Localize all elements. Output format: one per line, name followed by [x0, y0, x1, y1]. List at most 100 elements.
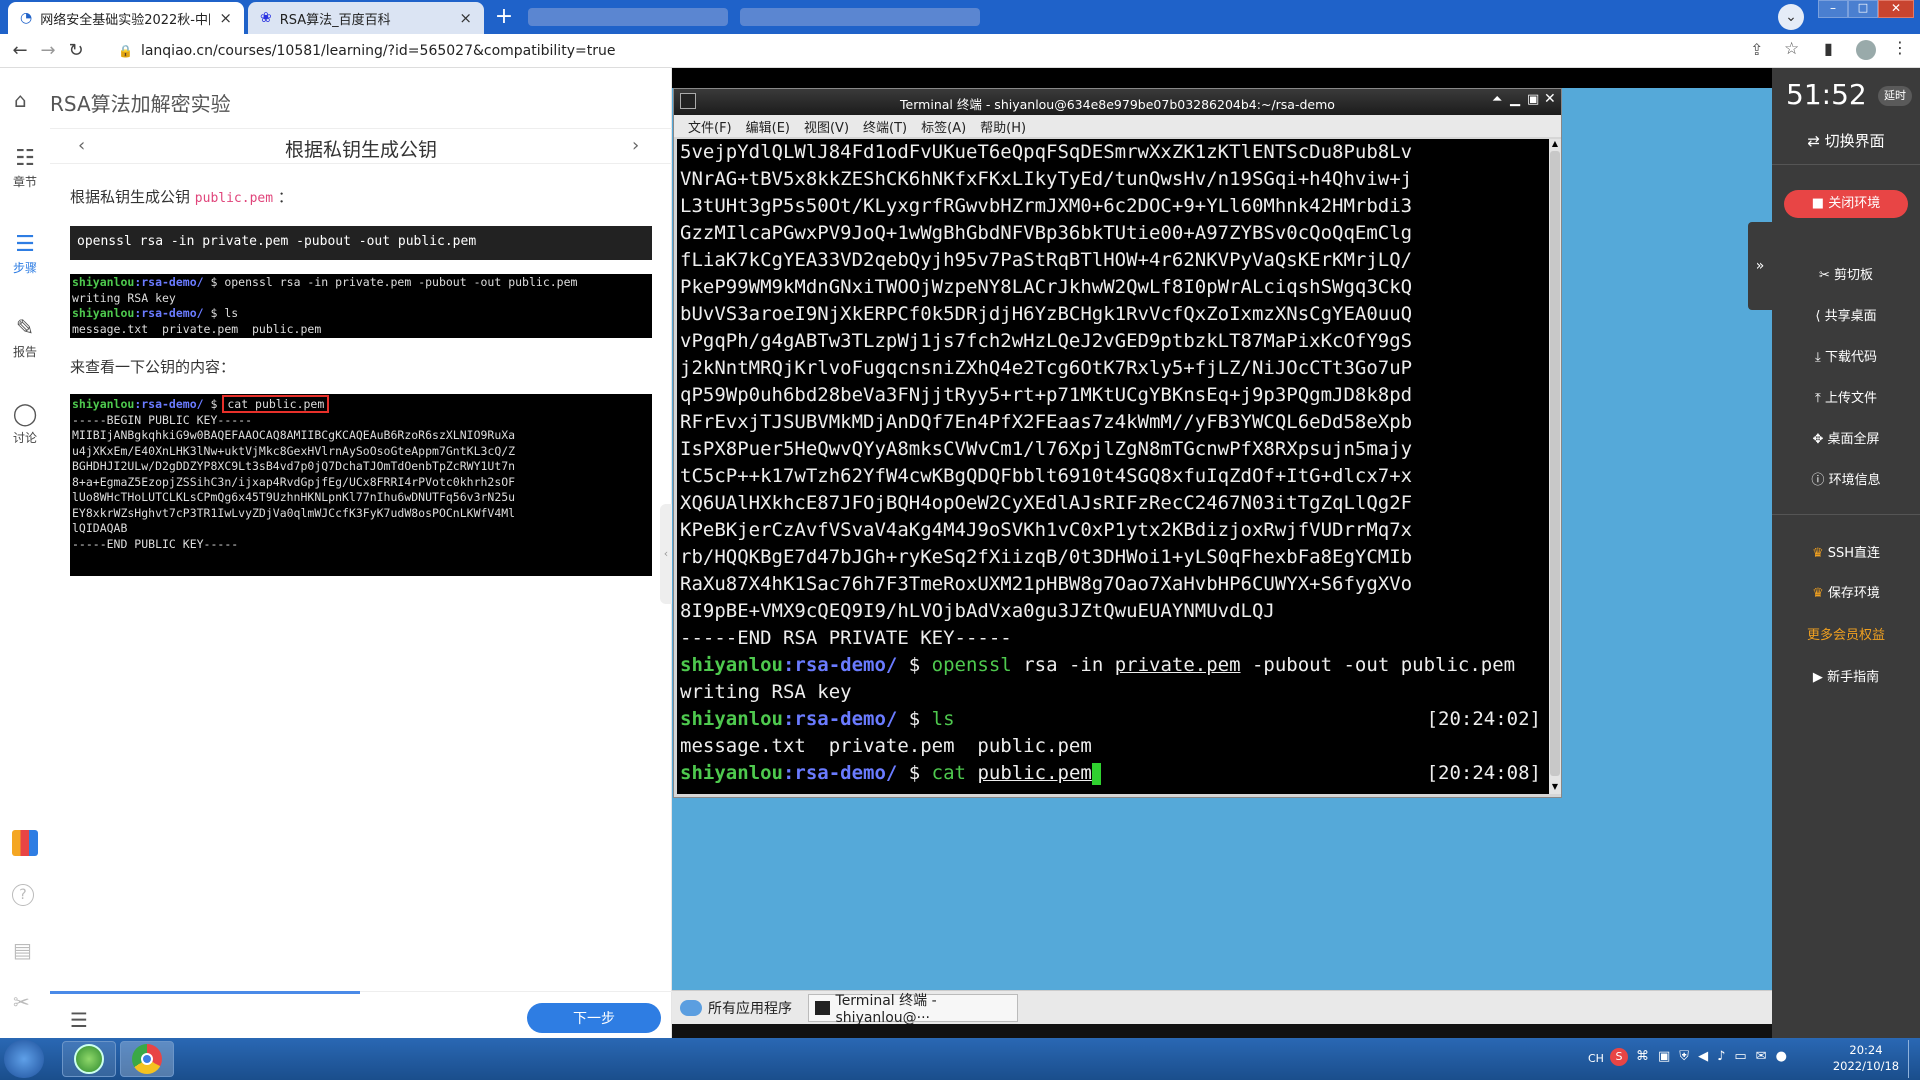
nav-steps[interactable]: ☰ 步骤: [0, 232, 50, 276]
fullscreen-button[interactable]: ✥ 桌面全屏: [1772, 428, 1920, 447]
prompt-sign: $: [203, 397, 225, 411]
speaker-icon[interactable]: ♪: [1717, 1049, 1725, 1064]
menu-file[interactable]: 文件(F): [688, 117, 732, 136]
key-line: fLiaK7kCgYEA33VD2qebQyjh95v7PaStRqBTlHOW…: [680, 249, 1413, 271]
maximize-icon[interactable]: ▣: [1527, 92, 1539, 107]
network-icon[interactable]: ⌘: [1636, 1049, 1649, 1064]
key-line: lUo8WHcTHoLUTCLKLsCPmQg6x45T9UzhnHKNLpnK…: [72, 490, 516, 504]
show-desktop-button[interactable]: [1908, 1040, 1918, 1078]
close-window-icon[interactable]: ✕: [1878, 0, 1914, 18]
taskbar-ie[interactable]: [62, 1041, 116, 1077]
terminal-screen[interactable]: 5vejpYdlQLWlJ84Fd1odFvUKueT6eQpqFSqDESmr…: [677, 139, 1549, 794]
new-tab-button[interactable]: +: [492, 6, 516, 30]
qq-icon[interactable]: ●: [1776, 1049, 1787, 1064]
menu-view[interactable]: 视图(V): [804, 117, 849, 136]
terminal-titlebar[interactable]: Terminal 终端 - shiyanlou@634e8e979be07b03…: [674, 89, 1561, 115]
prompt-user: shiyanlou: [680, 708, 783, 730]
ssh-button[interactable]: ♛ SSH直连: [1772, 542, 1920, 561]
nav-chapters[interactable]: ☷ 章节: [0, 146, 50, 190]
menu-help[interactable]: 帮助(H): [980, 117, 1026, 136]
close-icon[interactable]: ✕: [1544, 91, 1556, 107]
apps-icon[interactable]: [12, 830, 38, 856]
document-icon[interactable]: ▤: [13, 938, 32, 962]
back-icon[interactable]: ←: [6, 37, 34, 65]
maximize-icon[interactable]: □: [1848, 0, 1878, 18]
next-step-button[interactable]: 下一步: [527, 1003, 661, 1033]
taskbar-terminal[interactable]: Terminal 终端 - shiyanlou@···: [808, 993, 1018, 1026]
env-info-button[interactable]: ⓘ 环境信息: [1772, 469, 1920, 488]
share-desktop-button[interactable]: ⟨ 共享桌面: [1772, 305, 1920, 324]
tab-baike[interactable]: ❀ RSA算法_百度百科 ×: [248, 2, 484, 34]
share-icon[interactable]: ⇪: [1750, 40, 1763, 59]
scroll-thumb[interactable]: [1550, 151, 1560, 776]
apps-logo-icon: [680, 1000, 702, 1016]
next-step-icon[interactable]: ›: [632, 135, 639, 156]
key-line: MIIBIjANBgkqhkiG9w0BAQEFAAOCAQ8AMIIBCgKC…: [72, 428, 516, 442]
menu-tabs[interactable]: 标签(A): [921, 117, 966, 136]
blurred-tab[interactable]: [528, 8, 728, 26]
address-bar: ← → ↻ 🔒 lanqiao.cn/courses/10581/learnin…: [0, 34, 1920, 68]
list-icon[interactable]: ☰: [70, 1008, 88, 1032]
terminal-scrollbar[interactable]: ▲ ▼: [1549, 139, 1561, 794]
guide-button[interactable]: ▶ 新手指南: [1772, 666, 1920, 685]
menu-terminal[interactable]: 终端(T): [863, 117, 907, 136]
upload-file-button[interactable]: ⤒ 上传文件: [1772, 387, 1920, 406]
nav-discuss[interactable]: ◯ 讨论: [0, 402, 50, 446]
extend-button[interactable]: 延时: [1878, 86, 1912, 106]
shade-icon[interactable]: ⏶: [1492, 92, 1502, 107]
clock-date: 2022/10/18: [1832, 1059, 1900, 1073]
taskbar-chrome[interactable]: [120, 1041, 174, 1077]
prompt-path: :rsa-demo/: [134, 275, 204, 289]
scroll-up-icon[interactable]: ▲: [1550, 139, 1560, 151]
scissors-icon: ✂: [1818, 268, 1834, 283]
home-icon[interactable]: ⌂: [14, 88, 27, 112]
sidebar-toggle-icon[interactable]: ▮: [1824, 39, 1833, 58]
display-icon[interactable]: ▣: [1658, 1049, 1670, 1064]
all-apps-button[interactable]: 所有应用程序: [680, 998, 792, 1018]
window-controls: – □ ✕: [1818, 0, 1914, 18]
key-line: L3tUHt3gP5s50Ot/KLyxgrfRGwvbHZrmJXM0+6c2…: [680, 195, 1413, 217]
monitor-icon[interactable]: ▭: [1734, 1049, 1746, 1064]
forward-icon[interactable]: →: [34, 37, 62, 65]
divider: [1772, 514, 1920, 515]
key-line: rb/HQQKBgE7d47bJGh+ryKeSq2fXiizqB/0t3DHW…: [680, 546, 1413, 568]
scroll-down-icon[interactable]: ▼: [1550, 782, 1560, 794]
ime-indicator[interactable]: CH: [1588, 1052, 1604, 1065]
key-line: XQ6UAlHXkhcE87JFOjBQH4opOeW2CyXEdlAJsRIF…: [680, 492, 1413, 514]
tools-icon[interactable]: ✂: [13, 990, 30, 1014]
start-button[interactable]: [4, 1040, 44, 1078]
clipboard-button[interactable]: ✂ 剪切板: [1772, 264, 1920, 283]
tab-course[interactable]: ◔ 网络安全基础实验2022秋-中国 ×: [8, 2, 244, 34]
url-field[interactable]: 🔒 lanqiao.cn/courses/10581/learning/?id=…: [118, 40, 615, 62]
browser-menu-icon[interactable]: ⋮: [1892, 38, 1908, 57]
code-block-command: openssl rsa -in private.pem -pubout -out…: [70, 226, 652, 260]
more-vip-link[interactable]: 更多会员权益: [1772, 624, 1920, 643]
volume-icon[interactable]: ◀: [1698, 1049, 1708, 1064]
action-center-icon[interactable]: ✉: [1756, 1049, 1767, 1064]
chat-bubble-icon: ◯: [12, 402, 38, 427]
profile-avatar[interactable]: [1856, 40, 1876, 60]
close-env-button[interactable]: ■ 关闭环境: [1784, 190, 1908, 218]
menu-edit[interactable]: 编辑(E): [746, 117, 790, 136]
nav-label: 章节: [12, 175, 37, 189]
sogou-icon[interactable]: S: [1610, 1048, 1628, 1066]
download-code-button[interactable]: ⤓ 下载代码: [1772, 346, 1920, 365]
blurred-tab[interactable]: [740, 8, 980, 26]
switch-view-button[interactable]: ⇄ 切换界面: [1772, 130, 1920, 151]
clock[interactable]: 20:24 2022/10/18: [1830, 1042, 1902, 1074]
expand-panel-icon[interactable]: »: [1748, 222, 1772, 310]
bookmark-star-icon[interactable]: ☆: [1784, 39, 1799, 59]
reload-icon[interactable]: ↻: [62, 37, 90, 65]
minimize-icon[interactable]: ▁: [1510, 92, 1520, 107]
nav-report[interactable]: ✎ 报告: [0, 316, 50, 360]
help-icon[interactable]: ?: [12, 884, 34, 906]
minimize-icon[interactable]: –: [1818, 0, 1848, 18]
tab-search-icon[interactable]: ⌄: [1778, 4, 1804, 30]
close-tab-icon[interactable]: ×: [459, 9, 472, 27]
terminal-window[interactable]: Terminal 终端 - shiyanlou@634e8e979be07b03…: [673, 88, 1562, 798]
security-icon[interactable]: ⛨: [1679, 1049, 1689, 1064]
collapse-handle[interactable]: ‹: [660, 504, 672, 604]
save-env-button[interactable]: ♛ 保存环境: [1772, 582, 1920, 601]
key-line: KPeBKjerCzAvfVSvaV4aKg4M4J9oSVKh1vC0xP1y…: [680, 519, 1413, 541]
close-tab-icon[interactable]: ×: [219, 9, 232, 27]
